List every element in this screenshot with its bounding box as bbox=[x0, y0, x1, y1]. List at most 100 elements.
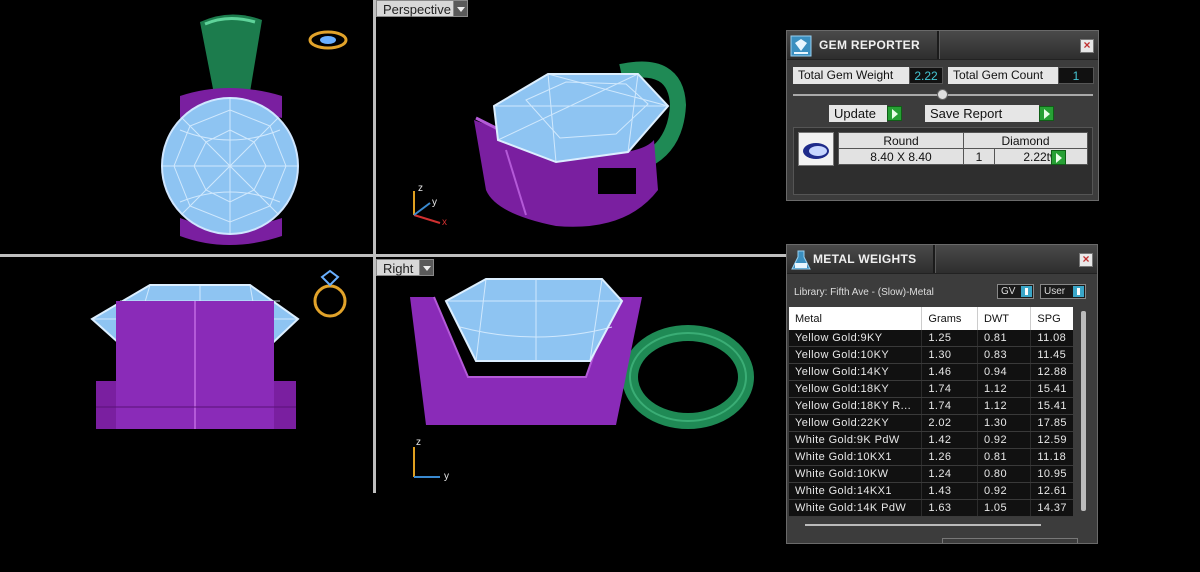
column-header[interactable]: DWT bbox=[977, 307, 1032, 330]
info-icon[interactable] bbox=[1021, 286, 1032, 297]
viewport-perspective[interactable]: Perspective z y x bbox=[376, 0, 786, 254]
svg-text:x: x bbox=[442, 217, 447, 228]
table-cell: 11.18 bbox=[1030, 448, 1073, 466]
save-report-button[interactable]: Save Report bbox=[925, 105, 1039, 122]
slider-handle[interactable] bbox=[937, 89, 948, 100]
metal-weights-titlebar[interactable]: METAL WEIGHTS × bbox=[787, 245, 1097, 274]
gem-reporter-title: GEM REPORTER bbox=[819, 38, 920, 52]
table-cell: 17.85 bbox=[1030, 414, 1073, 432]
gem-reporter-titlebar[interactable]: GEM REPORTER × bbox=[787, 31, 1098, 60]
gem-weight: 2.22tw bbox=[994, 148, 1088, 165]
table-cell: 1.43 bbox=[921, 482, 978, 500]
gem-reporter-panel: GEM REPORTER × Total Gem Weight 2.22 Tot… bbox=[786, 30, 1099, 201]
table-cell: Yellow Gold:18KY R... bbox=[789, 397, 923, 415]
table-cell: 11.45 bbox=[1030, 346, 1073, 364]
metal-weights-panel: METAL WEIGHTS × Library: Fifth Ave - (Sl… bbox=[786, 244, 1098, 544]
table-cell: 0.92 bbox=[977, 482, 1032, 500]
flask-icon bbox=[791, 250, 811, 270]
table-cell: White Gold:14K PdW bbox=[789, 499, 923, 517]
library-label: Library: Fifth Ave - (Slow)-Metal bbox=[794, 287, 934, 298]
gem-reporter-icon bbox=[790, 35, 812, 57]
table-cell: 0.83 bbox=[977, 346, 1032, 364]
close-icon[interactable]: × bbox=[1080, 39, 1094, 53]
table-cell: 10.95 bbox=[1030, 465, 1073, 483]
table-cell: 15.41 bbox=[1030, 397, 1073, 415]
table-cell: 0.92 bbox=[977, 431, 1032, 449]
ring-icon bbox=[308, 30, 348, 50]
table-cell: White Gold:14KX1 bbox=[789, 482, 923, 500]
gem-row-go-icon[interactable] bbox=[1051, 150, 1066, 165]
gem-thumbnail[interactable] bbox=[798, 132, 834, 166]
perspective-view-model: z y x bbox=[413, 61, 687, 228]
table-cell: Yellow Gold:18KY bbox=[789, 380, 923, 398]
table-row[interactable]: White Gold:10KX1 1.26 0.81 11.18 bbox=[789, 448, 1073, 466]
horizontal-scrollbar[interactable] bbox=[805, 524, 1041, 526]
table-row[interactable]: White Gold:9K PdW 1.42 0.92 12.59 bbox=[789, 431, 1073, 449]
table-cell: 14.37 bbox=[1030, 499, 1073, 517]
table-row[interactable]: Yellow Gold:18KY 1.74 1.12 15.41 bbox=[789, 380, 1073, 398]
table-row[interactable]: Yellow Gold:22KY 2.02 1.30 17.85 bbox=[789, 414, 1073, 432]
total-gem-weight-value: 2.22 bbox=[909, 67, 943, 84]
table-cell: 12.59 bbox=[1030, 431, 1073, 449]
table-cell: Yellow Gold:22KY bbox=[789, 414, 923, 432]
top-view-model bbox=[161, 14, 348, 245]
table-cell: White Gold:10KW bbox=[789, 465, 923, 483]
update-button[interactable]: Update bbox=[829, 105, 887, 122]
table-row[interactable]: Yellow Gold:14KY 1.46 0.94 12.88 bbox=[789, 363, 1073, 381]
axis-gizmo: z y x bbox=[413, 183, 447, 228]
gv-select[interactable]: GV bbox=[997, 284, 1034, 299]
total-gem-weight-label: Total Gem Weight bbox=[793, 67, 909, 84]
column-header[interactable]: SPG bbox=[1030, 307, 1073, 330]
table-cell: 1.12 bbox=[977, 380, 1032, 398]
gem-type: Diamond bbox=[963, 132, 1088, 149]
table-cell: 0.94 bbox=[977, 363, 1032, 381]
viewport-right[interactable]: Right z y bbox=[376, 257, 786, 493]
table-header-row: Metal Grams DWT SPG bbox=[789, 307, 1073, 330]
column-header[interactable]: Metal bbox=[789, 307, 923, 330]
table-cell: 12.88 bbox=[1030, 363, 1073, 381]
update-go-icon[interactable] bbox=[887, 106, 902, 121]
table-cell: 0.81 bbox=[977, 448, 1032, 466]
metal-weights-table: Metal Grams DWT SPG Yellow Gold:9KY 1.25 0… bbox=[789, 307, 1073, 517]
table-cell: 1.12 bbox=[977, 397, 1032, 415]
svg-text:z: z bbox=[418, 183, 423, 194]
svg-text:y: y bbox=[444, 471, 449, 482]
table-row[interactable]: White Gold:14K PdW 1.63 1.05 14.37 bbox=[789, 499, 1073, 517]
table-cell: Yellow Gold:9KY bbox=[789, 330, 923, 347]
table-cell: 2.02 bbox=[921, 414, 978, 432]
viewport-front[interactable] bbox=[0, 257, 373, 493]
table-cell: Yellow Gold:10KY bbox=[789, 346, 923, 364]
table-row[interactable]: White Gold:14KX1 1.43 0.92 12.61 bbox=[789, 482, 1073, 500]
gem-count: 1 bbox=[963, 148, 995, 165]
resize-grip[interactable] bbox=[942, 538, 1078, 543]
table-cell: Yellow Gold:14KY bbox=[789, 363, 923, 381]
table-cell: 1.63 bbox=[921, 499, 978, 517]
user-select[interactable]: User bbox=[1040, 284, 1086, 299]
save-report-go-icon[interactable] bbox=[1039, 106, 1054, 121]
svg-text:z: z bbox=[416, 437, 421, 448]
title-separator bbox=[933, 245, 936, 273]
viewport-top[interactable] bbox=[0, 0, 373, 254]
table-cell: 11.08 bbox=[1030, 330, 1073, 347]
close-icon[interactable]: × bbox=[1079, 253, 1093, 267]
table-row[interactable]: Yellow Gold:10KY 1.30 0.83 11.45 bbox=[789, 346, 1073, 364]
info-icon[interactable] bbox=[1073, 286, 1084, 297]
gem-shape: Round bbox=[838, 132, 964, 149]
table-cell: 1.30 bbox=[921, 346, 978, 364]
table-cell: 1.74 bbox=[921, 397, 978, 415]
table-cell: 1.74 bbox=[921, 380, 978, 398]
column-header[interactable]: Grams bbox=[921, 307, 978, 330]
metal-table-wrapper: Metal Grams DWT SPG Yellow Gold:9KY 1.25 0… bbox=[789, 307, 1073, 517]
table-cell: 0.81 bbox=[977, 330, 1032, 347]
table-cell: 15.41 bbox=[1030, 380, 1073, 398]
table-row[interactable]: Yellow Gold:18KY R... 1.74 1.12 15.41 bbox=[789, 397, 1073, 415]
table-row[interactable]: Yellow Gold:9KY 1.25 0.81 11.08 bbox=[789, 330, 1073, 347]
table-cell: 1.46 bbox=[921, 363, 978, 381]
vertical-scrollbar[interactable] bbox=[1081, 311, 1086, 511]
metal-weights-title: METAL WEIGHTS bbox=[813, 252, 917, 266]
table-cell: 12.61 bbox=[1030, 482, 1073, 500]
gem-list-area: Round Diamond 8.40 X 8.40 1 2.22tw bbox=[793, 127, 1093, 195]
table-row[interactable]: White Gold:10KW 1.24 0.80 10.95 bbox=[789, 465, 1073, 483]
table-cell: 0.80 bbox=[977, 465, 1032, 483]
title-separator bbox=[937, 31, 940, 59]
